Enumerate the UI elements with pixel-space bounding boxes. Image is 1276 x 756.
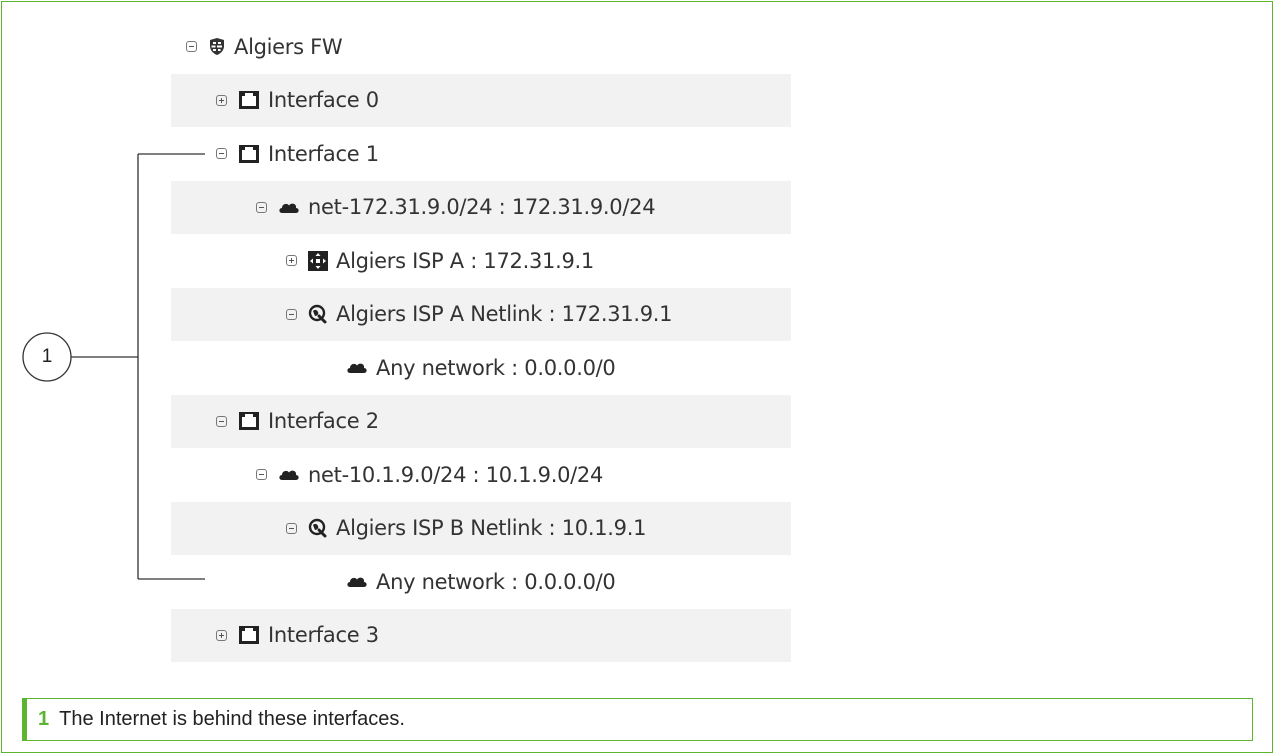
tree-row-label: Any network : 0.0.0.0/0 xyxy=(376,569,616,594)
note-number: 1 xyxy=(38,708,50,730)
network-cloud-icon xyxy=(346,575,368,588)
tree-row-label: Interface 3 xyxy=(268,623,379,648)
tree-row[interactable]: Algiers ISP B Netlink : 10.1.9.1 xyxy=(171,501,791,555)
collapse-icon[interactable] xyxy=(256,201,267,213)
collapse-icon[interactable] xyxy=(256,469,267,481)
tree-row[interactable]: Any network : 0.0.0.0/0 xyxy=(171,341,791,395)
tree-row-label: Interface 2 xyxy=(268,409,379,434)
tree-row-label: Any network : 0.0.0.0/0 xyxy=(376,355,616,380)
tree-row-label: net-172.31.9.0/24 : 172.31.9.0/24 xyxy=(308,195,656,220)
tree-row[interactable]: net-10.1.9.0/24 : 10.1.9.0/24 xyxy=(171,448,791,502)
tree-row[interactable]: Any network : 0.0.0.0/0 xyxy=(171,555,791,609)
expand-icon[interactable] xyxy=(216,94,227,106)
tree-row-label: Algiers ISP A : 172.31.9.1 xyxy=(336,248,594,273)
expand-icon[interactable] xyxy=(286,255,297,267)
tree-row[interactable]: net-172.31.9.0/24 : 172.31.9.0/24 xyxy=(171,180,791,234)
router-icon xyxy=(308,250,328,271)
collapse-icon[interactable] xyxy=(186,41,197,53)
interface-icon xyxy=(238,144,260,164)
interface-icon xyxy=(238,625,260,645)
tree-row[interactable]: Interface 1 xyxy=(171,127,791,181)
note-text: The Internet is behind these interfaces. xyxy=(59,708,405,730)
tree-row-label: Interface 1 xyxy=(268,141,379,166)
tree-row[interactable]: Interface 3 xyxy=(171,608,791,662)
collapse-icon[interactable] xyxy=(216,148,227,160)
tree-row[interactable]: Algiers ISP A : 172.31.9.1 xyxy=(171,234,791,288)
tree-row-label: Interface 0 xyxy=(268,88,379,113)
collapse-icon[interactable] xyxy=(286,308,297,320)
legend-note: 1 The Internet is behind these interface… xyxy=(22,698,1253,741)
tree-row-label: Algiers FW xyxy=(234,34,343,59)
network-cloud-icon xyxy=(346,361,368,374)
firewall-icon xyxy=(208,37,226,56)
tree-row-label: net-10.1.9.0/24 : 10.1.9.0/24 xyxy=(308,462,604,487)
tree-row-label: Algiers ISP B Netlink : 10.1.9.1 xyxy=(336,516,647,541)
network-cloud-icon xyxy=(278,201,300,214)
tree-row[interactable]: Interface 2 xyxy=(171,394,791,448)
callout-number: 1 xyxy=(41,346,53,367)
tree-row-label: Algiers ISP A Netlink : 172.31.9.1 xyxy=(336,302,673,327)
interface-icon xyxy=(238,90,260,110)
tree-row[interactable]: Algiers ISP A Netlink : 172.31.9.1 xyxy=(171,287,791,341)
collapse-icon[interactable] xyxy=(286,522,297,534)
tree-row[interactable]: Interface 0 xyxy=(171,73,791,127)
collapse-icon[interactable] xyxy=(216,415,227,427)
network-tree: Algiers FW Interface 0 Interface 1 net-172.… xyxy=(171,20,791,662)
netlink-icon xyxy=(308,304,328,324)
tree-row[interactable]: Algiers FW xyxy=(171,20,791,74)
network-cloud-icon xyxy=(278,468,300,481)
netlink-icon xyxy=(308,518,328,538)
expand-icon[interactable] xyxy=(216,629,227,641)
interface-icon xyxy=(238,411,260,431)
